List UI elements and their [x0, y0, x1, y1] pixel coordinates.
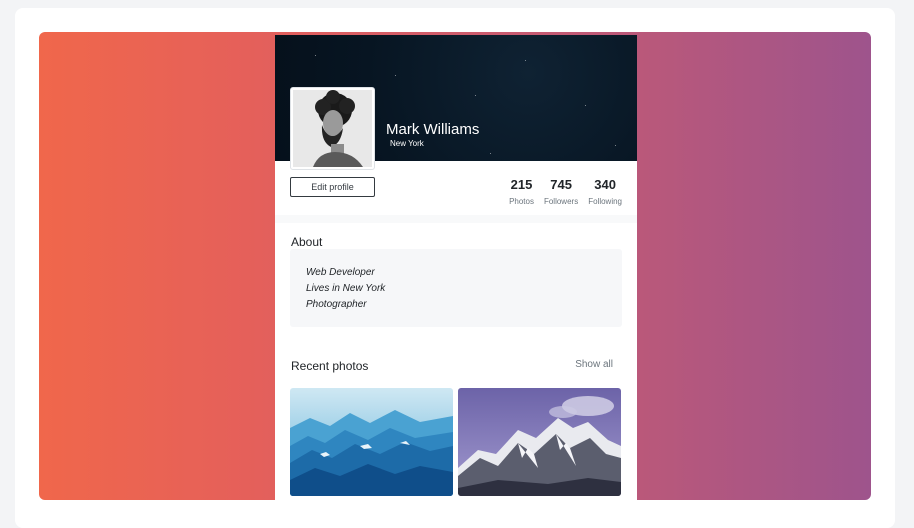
about-title: About	[291, 235, 323, 249]
edit-profile-button[interactable]: Edit profile	[290, 177, 375, 197]
stat-following: 340 Following	[588, 177, 622, 206]
stat-value: 745	[550, 177, 572, 192]
photo-thumbnail-mountains-blue[interactable]	[290, 388, 453, 496]
stat-photos: 215 Photos	[509, 177, 534, 206]
about-line: Lives in New York	[306, 283, 386, 294]
profile-location: New York	[390, 139, 424, 148]
stat-value: 215	[510, 177, 533, 192]
avatar-image	[293, 90, 372, 167]
about-line: Photographer	[306, 299, 367, 310]
show-all-link[interactable]: Show all	[575, 359, 613, 370]
profile-card: Mark Williams New York Edit profile 215 …	[275, 35, 637, 514]
recent-photos-title: Recent photos	[291, 359, 369, 373]
about-line: Web Developer	[306, 267, 375, 278]
profile-name: Mark Williams	[386, 121, 480, 138]
avatar[interactable]	[290, 87, 375, 170]
profile-stats: 215 Photos 745 Followers 340 Following	[499, 177, 622, 206]
stat-label: Photos	[509, 197, 534, 206]
stat-followers: 745 Followers	[544, 177, 578, 206]
stat-value: 340	[594, 177, 616, 192]
photo-thumbnail-mountains-snow[interactable]	[458, 388, 621, 496]
stat-label: Followers	[543, 197, 579, 206]
section-divider	[275, 215, 637, 223]
stat-label: Following	[588, 197, 622, 206]
about-box: Web Developer Lives in New York Photogra…	[290, 249, 622, 327]
